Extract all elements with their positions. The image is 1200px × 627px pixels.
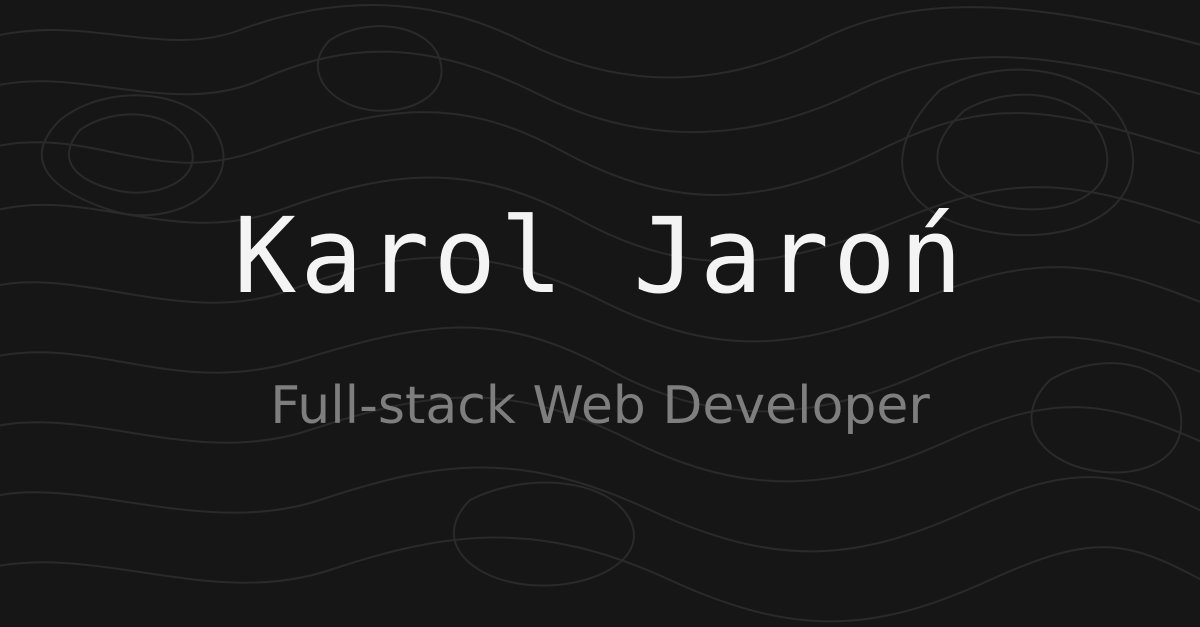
job-title: Full-stack Web Developer	[270, 376, 930, 436]
person-name: Karol Jaroń	[233, 195, 967, 317]
social-card: Karol Jaroń Full-stack Web Developer	[0, 0, 1200, 627]
